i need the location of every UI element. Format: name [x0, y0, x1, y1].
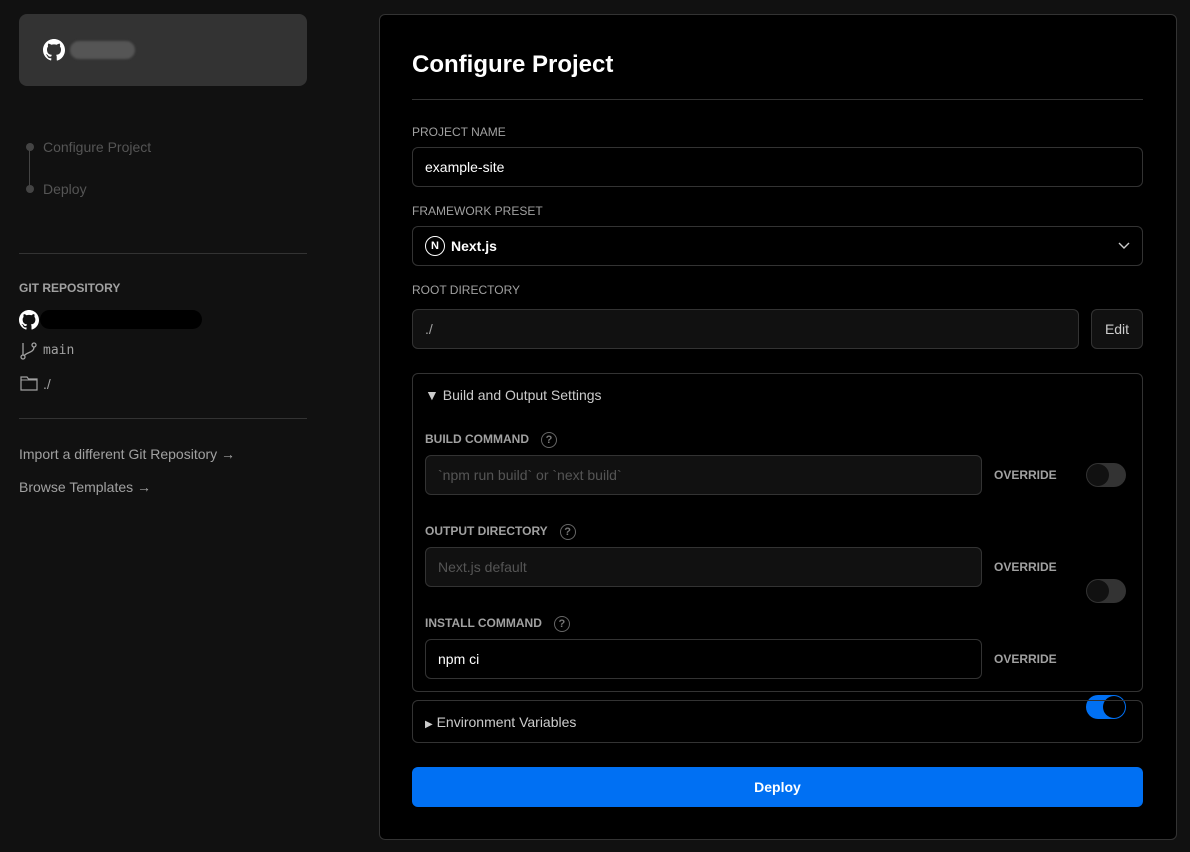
step-connector [29, 150, 30, 190]
help-icon[interactable]: ? [559, 524, 576, 540]
chevron-down-icon [1118, 242, 1130, 249]
github-icon [43, 39, 65, 61]
install-command-input[interactable]: npm ci [425, 639, 982, 679]
branch-name: main [43, 343, 75, 358]
step-deploy: Deploy [43, 181, 87, 197]
output-directory-label-text: OUTPUT DIRECTORY [425, 524, 548, 539]
override-label: OVERRIDE [994, 468, 1057, 482]
git-repository-label: GIT REPOSITORY [19, 281, 121, 295]
help-icon[interactable]: ? [553, 616, 570, 632]
framework-value: Next.js [451, 238, 497, 254]
divider [19, 418, 307, 419]
project-name-input[interactable]: example-site [412, 147, 1143, 187]
root-path: ./ [43, 376, 51, 392]
env-vars-toggle[interactable]: ▶ Environment Variables [425, 714, 576, 730]
build-command-input[interactable] [425, 455, 982, 495]
build-command-label: BUILD COMMAND? [425, 432, 557, 448]
install-command-label: INSTALL COMMAND? [425, 616, 570, 632]
project-name-label: PROJECT NAME [412, 125, 506, 139]
output-directory-label: OUTPUT DIRECTORY? [425, 524, 576, 540]
build-settings-title: Build and Output Settings [442, 387, 602, 403]
git-branch-icon [20, 342, 37, 360]
override-label: OVERRIDE [994, 560, 1057, 574]
page-title: Configure Project [412, 51, 614, 78]
import-git-repo-link[interactable]: Import a different Git Repository → [19, 446, 235, 462]
edit-root-button[interactable]: Edit [1091, 309, 1143, 349]
help-icon[interactable]: ? [541, 432, 557, 448]
browse-templates-link[interactable]: Browse Templates → [19, 479, 151, 495]
github-icon [19, 310, 39, 330]
build-settings-toggle[interactable]: ▼ Build and Output Settings [425, 387, 602, 403]
redacted-repo-name [40, 310, 202, 329]
framework-select[interactable]: N Next.js [412, 226, 1143, 266]
root-directory-input[interactable]: ./ [412, 309, 1079, 349]
redacted-account-name [70, 41, 135, 59]
divider [19, 253, 307, 254]
output-directory-input[interactable] [425, 547, 982, 587]
override-label: OVERRIDE [994, 652, 1057, 666]
output-override-toggle[interactable] [1086, 579, 1126, 603]
step-dot [26, 143, 34, 151]
build-override-toggle[interactable] [1086, 463, 1126, 487]
folder-icon [20, 376, 38, 391]
build-command-label-text: BUILD COMMAND [425, 432, 529, 447]
install-command-label-text: INSTALL COMMAND [425, 616, 542, 631]
nextjs-icon: N [425, 236, 445, 256]
divider [412, 99, 1143, 100]
step-configure-project: Configure Project [43, 139, 152, 155]
step-dot [26, 185, 34, 193]
account-card[interactable] [19, 14, 307, 86]
framework-label: FRAMEWORK PRESET [412, 204, 543, 218]
deploy-button[interactable]: Deploy [412, 767, 1143, 807]
env-vars-title: Environment Variables [436, 714, 577, 730]
root-directory-label: ROOT DIRECTORY [412, 283, 521, 297]
